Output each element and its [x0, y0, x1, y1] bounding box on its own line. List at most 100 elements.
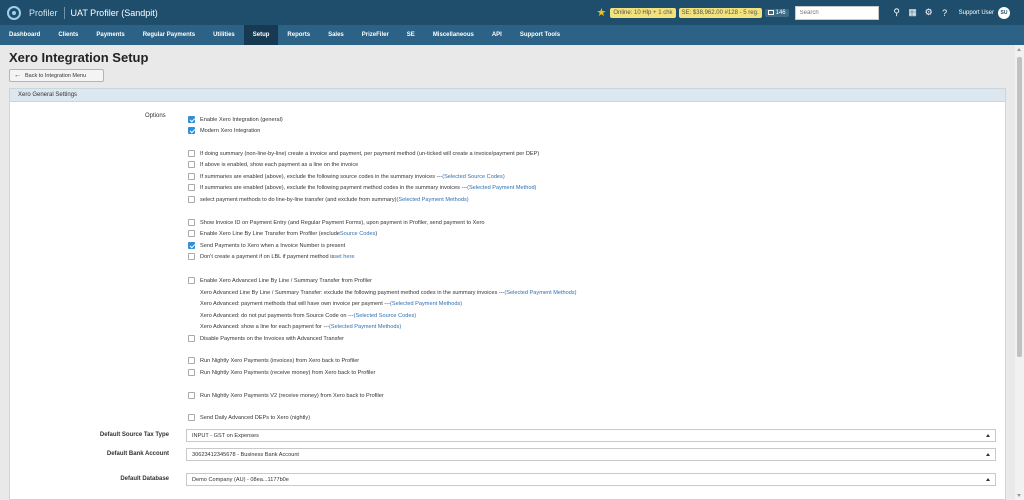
set-here-link[interactable]: set here: [334, 254, 354, 260]
option-exclude-payment-method-codes[interactable]: If summaries are enabled (above), exclud…: [188, 183, 536, 192]
nav-item-utilities[interactable]: Utilities: [204, 25, 244, 45]
checkbox[interactable]: [188, 150, 195, 157]
se-status-badge[interactable]: SE: $38,962.00 #128 - 5 reg.: [678, 7, 762, 18]
checkbox[interactable]: [188, 230, 195, 237]
checkbox[interactable]: [188, 392, 195, 399]
option-enable-xero-integration[interactable]: Enable Xero Integration (general): [188, 115, 283, 124]
nav-item-support-tools[interactable]: Support Tools: [511, 25, 569, 45]
checkbox[interactable]: [188, 161, 195, 168]
avatar[interactable]: SU: [998, 6, 1010, 19]
online-status-badge[interactable]: Online: 10 Hlp + 1 chk: [610, 7, 676, 18]
option-nightly-payments-v2[interactable]: Run Nightly Xero Payments V2 (receive mo…: [188, 391, 384, 400]
checkbox[interactable]: [188, 116, 195, 123]
gear-icon[interactable]: ⚙: [921, 7, 937, 18]
nav-item-setup[interactable]: Setup: [243, 25, 279, 45]
select-value: 30623412345678 - Business Bank Account: [192, 451, 299, 458]
calendar-icon[interactable]: ▦: [905, 7, 921, 18]
user-name[interactable]: Support User: [959, 10, 994, 16]
option-summary-per-payment-method[interactable]: If doing summary (non-line-by-line) crea…: [188, 149, 539, 158]
option-label: Run Nightly Xero Payments (receive money…: [200, 369, 376, 376]
nav-item-payments[interactable]: Payments: [87, 25, 133, 45]
checkbox[interactable]: [188, 173, 195, 180]
option-line-by-line-payment-methods[interactable]: select payment methods to do line-by-lin…: [188, 195, 469, 204]
default-source-tax-type-select[interactable]: INPUT - GST on Expenses: [186, 429, 996, 442]
notification-count-badge[interactable]: 146: [764, 8, 789, 17]
page-title: Xero Integration Setup: [9, 50, 149, 65]
option-label: select payment methods to do line-by-lin…: [200, 196, 397, 203]
options-label: Options: [145, 113, 166, 119]
setting-label: Xero Advanced: show a line for each paym…: [200, 323, 330, 330]
checkbox[interactable]: [188, 335, 195, 342]
option-nightly-payments-receive-money[interactable]: Run Nightly Xero Payments (receive money…: [188, 368, 375, 377]
option-nightly-payments-invoices[interactable]: Run Nightly Xero Payments (invoices) fro…: [188, 356, 359, 365]
checkbox[interactable]: [188, 369, 195, 376]
option-exclude-source-codes[interactable]: If summaries are enabled (above), exclud…: [188, 172, 505, 181]
checkbox[interactable]: [188, 127, 195, 134]
star-icon[interactable]: ★: [596, 6, 606, 19]
option-label: Run Nightly Xero Payments (invoices) fro…: [200, 357, 360, 364]
option-modern-xero-integration[interactable]: Modern Xero Integration: [188, 126, 260, 135]
option-label: Send Daily Advanced DEPs to Xero (nightl…: [200, 414, 311, 421]
option-show-each-payment-line[interactable]: If above is enabled, show each payment a…: [188, 160, 358, 169]
selected-payment-methods-link[interactable]: (Selected Payment Methods): [329, 324, 401, 330]
default-database-label: Default Database: [120, 476, 169, 482]
option-label: Disable Payments on the Invoices with Ad…: [200, 335, 344, 342]
nav-item-se[interactable]: SE: [398, 25, 424, 45]
checkbox[interactable]: [188, 184, 195, 191]
setting-advanced-line-per-payment: Xero Advanced: show a line for each paym…: [200, 322, 401, 331]
checkbox[interactable]: [188, 414, 195, 421]
option-enable-advanced-transfer[interactable]: Enable Xero Advanced Line By Line / Summ…: [188, 276, 372, 285]
option-dont-create-payment-lbl[interactable]: Don't create a payment if on LBL if paym…: [188, 252, 354, 261]
selected-source-codes-link[interactable]: (Selected Source Codes): [442, 174, 505, 180]
nav-item-api[interactable]: API: [483, 25, 511, 45]
notification-count: 146: [775, 9, 786, 16]
select-value: INPUT - GST on Expenses: [192, 432, 259, 439]
top-right-tools: ★ Online: 10 Hlp + 1 chk SE: $38,962.00 …: [596, 0, 1024, 25]
selected-payment-method-link[interactable]: (Selected Payment Method): [467, 185, 536, 191]
checkbox[interactable]: [188, 357, 195, 364]
selected-payment-methods-link[interactable]: (Selected Payment Methods): [504, 290, 576, 296]
checkbox[interactable]: [188, 196, 195, 203]
default-bank-account-select[interactable]: 30623412345678 - Business Bank Account: [186, 448, 996, 461]
scroll-down-icon[interactable]: [1017, 494, 1021, 497]
checkbox[interactable]: [188, 219, 195, 226]
nav-item-sales[interactable]: Sales: [319, 25, 353, 45]
search-input[interactable]: [794, 5, 879, 20]
nav-item-prizefiler[interactable]: PrizeFiler: [353, 25, 398, 45]
profiler-logo-icon[interactable]: [7, 5, 21, 20]
setting-label: Xero Advanced: payment methods that will…: [200, 300, 390, 307]
scroll-up-icon[interactable]: [1017, 48, 1021, 51]
option-label: Enable Xero Integration (general): [200, 116, 283, 123]
source-codes-link[interactable]: Source Codes: [340, 231, 375, 237]
option-label: If doing summary (non-line-by-line) crea…: [200, 150, 540, 157]
nav-item-miscellaneous[interactable]: Miscellaneous: [424, 25, 483, 45]
back-to-integration-menu-button[interactable]: ← Back to Integration Menu: [9, 69, 104, 82]
option-send-payments-invoice-number[interactable]: Send Payments to Xero when a Invoice Num…: [188, 241, 345, 250]
nav-item-dashboard[interactable]: Dashboard: [0, 25, 49, 45]
option-label: Modern Xero Integration: [200, 127, 261, 134]
selected-payment-methods-link[interactable]: (Selected Payment Methods): [397, 197, 469, 203]
scroll-thumb[interactable]: [1017, 57, 1022, 357]
brand-name[interactable]: Profiler: [29, 8, 58, 18]
default-database-select[interactable]: Demo Company (AU) - 08ea...1177b0e: [186, 473, 996, 486]
option-send-daily-advanced-deps[interactable]: Send Daily Advanced DEPs to Xero (nightl…: [188, 413, 310, 422]
option-show-invoice-id[interactable]: Show Invoice ID on Payment Entry (and Re…: [188, 218, 485, 227]
option-line-by-line-transfer[interactable]: Enable Xero Line By Line Transfer from P…: [188, 229, 377, 238]
page-scrollbar[interactable]: [1015, 45, 1024, 500]
nav-item-regular-payments[interactable]: Regular Payments: [134, 25, 204, 45]
selected-payment-methods-link[interactable]: (Selected Payment Methods): [390, 301, 462, 307]
selected-source-codes-link[interactable]: (Selected Source Codes): [354, 313, 417, 319]
setting-label: Xero Advanced Line By Line / Summary Tra…: [200, 289, 505, 296]
nav-item-clients[interactable]: Clients: [49, 25, 87, 45]
select-value: Demo Company (AU) - 08ea...1177b0e: [192, 476, 289, 483]
pin-icon[interactable]: ⚲: [889, 7, 905, 18]
checkbox[interactable]: [188, 253, 195, 260]
title-divider: [63, 6, 65, 19]
setting-advanced-own-invoice-per-payment: Xero Advanced: payment methods that will…: [200, 299, 462, 308]
checkbox[interactable]: [188, 242, 195, 249]
help-icon[interactable]: ?: [937, 8, 953, 18]
option-label: Show Invoice ID on Payment Entry (and Re…: [200, 219, 485, 226]
checkbox[interactable]: [188, 277, 195, 284]
option-disable-payments-advanced[interactable]: Disable Payments on the Invoices with Ad…: [188, 334, 344, 343]
nav-item-reports[interactable]: Reports: [278, 25, 319, 45]
